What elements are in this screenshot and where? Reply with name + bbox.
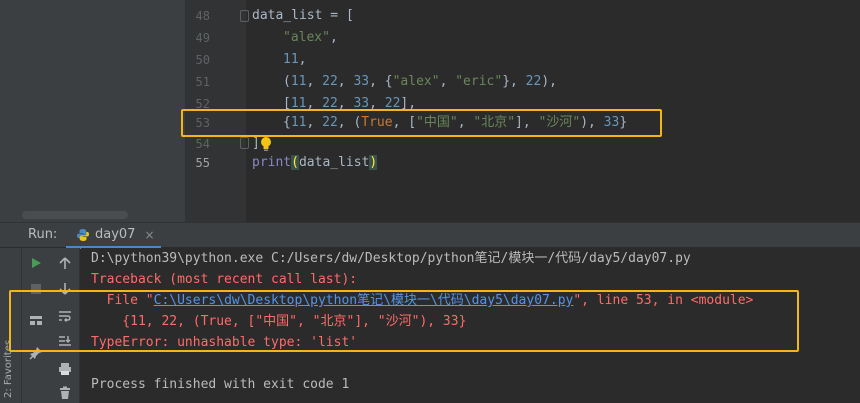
run-tool-window-header: Run: day07 ×: [0, 222, 860, 249]
code-editor[interactable]: 48 49 50 51 52 53 54 55 data_list = [ "a…: [0, 0, 860, 222]
tab-day07[interactable]: day07 ×: [66, 223, 161, 249]
print-icon: [59, 363, 71, 375]
traceback-header: Traceback (most recent call last):: [91, 272, 358, 287]
python-icon: [77, 228, 89, 241]
run-tab-title: day07: [95, 227, 136, 242]
line-number: 51: [195, 75, 210, 89]
code-line: 11,: [283, 52, 307, 67]
code-line: (11, 22, 33, {"alex", "eric"}, 22),: [283, 74, 557, 89]
close-tab-icon[interactable]: ×: [144, 228, 154, 242]
line-number: 49: [195, 31, 210, 45]
code-line: print(data_list): [252, 155, 378, 170]
console-command: D:\python39\python.exe C:/Users/dw/Deskt…: [91, 251, 691, 266]
scroll-up-button[interactable]: [54, 252, 76, 274]
scroll-up-icon: [59, 257, 71, 269]
line-number: 50: [195, 53, 210, 67]
line-number-current: 55: [195, 156, 210, 170]
highlight-box-traceback: [9, 290, 799, 352]
clear-all-button[interactable]: [54, 382, 76, 403]
highlight-box-line-53: [181, 109, 662, 137]
project-pane: [0, 0, 186, 222]
rerun-button[interactable]: [25, 252, 47, 274]
project-pane-scrollbar[interactable]: [22, 211, 128, 219]
run-icon: [32, 258, 41, 268]
run-label: Run:: [28, 227, 58, 242]
code-line: data_list = [: [252, 8, 354, 23]
line-number: 48: [195, 9, 210, 23]
exit-message: Process finished with exit code 1: [91, 377, 350, 392]
trash-icon: [60, 386, 70, 399]
code-line: "alex",: [283, 30, 338, 45]
lightbulb-icon[interactable]: [259, 136, 273, 152]
print-button[interactable]: [54, 358, 76, 380]
